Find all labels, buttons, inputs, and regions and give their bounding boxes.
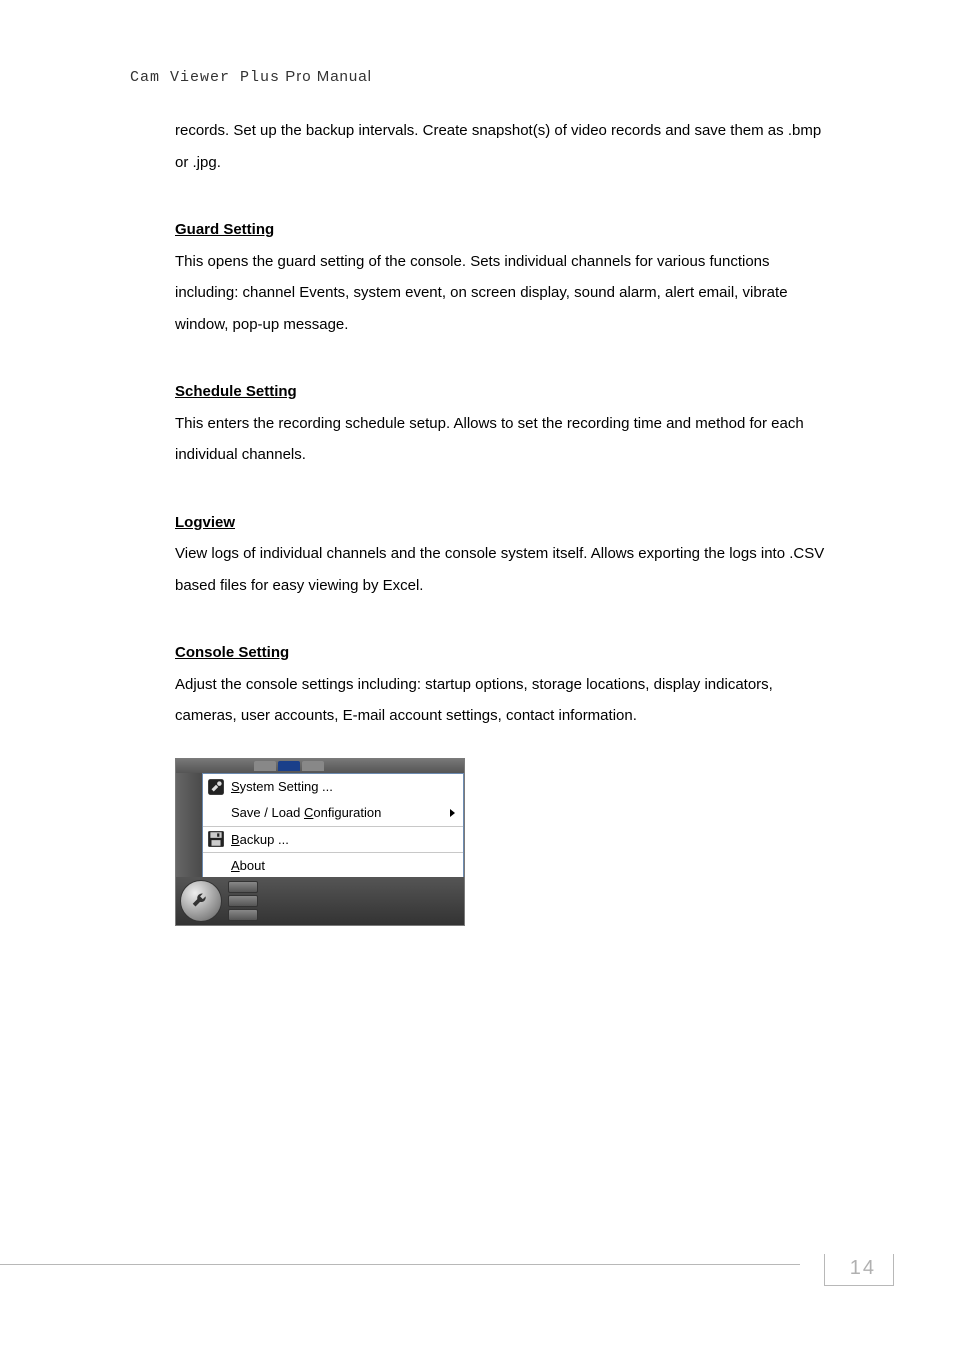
section-body: Adjust the console settings including: s… <box>175 669 825 732</box>
section-console-setting: Console Setting Adjust the console setti… <box>175 637 825 732</box>
menu-item-about[interactable]: About <box>203 852 463 878</box>
section-guard-setting: Guard Setting This opens the guard setti… <box>175 214 825 340</box>
document-header: Cam Viewer Plus Pro Manual <box>130 68 372 86</box>
blank-icon <box>207 856 225 874</box>
menu-label: System Setting ... <box>231 780 455 793</box>
menu-item-system-setting[interactable]: System Setting ... <box>203 774 463 800</box>
menu-item-backup[interactable]: Backup ... <box>203 826 463 852</box>
context-menu: System Setting ... Save / Load Configura… <box>202 773 464 879</box>
footer-rule <box>0 1264 800 1265</box>
document-content: records. Set up the backup intervals. Cr… <box>175 115 825 926</box>
submenu-caret-icon <box>450 809 455 817</box>
wrench-icon <box>207 778 225 796</box>
menu-item-save-load-configuration[interactable]: Save / Load Configuration <box>203 800 463 826</box>
header-prefix: Cam Viewer Plus <box>130 69 280 86</box>
section-title: Schedule Setting <box>175 376 825 408</box>
menu-label: About <box>231 859 455 872</box>
section-body: This enters the recording schedule setup… <box>175 408 825 471</box>
intro-paragraph: records. Set up the backup intervals. Cr… <box>175 115 825 178</box>
disk-icon <box>207 830 225 848</box>
blank-icon <box>207 804 225 822</box>
vertical-tabs <box>228 878 258 924</box>
menu-label: Backup ... <box>231 833 455 846</box>
section-body: View logs of individual channels and the… <box>175 538 825 601</box>
wrench-icon <box>190 890 212 912</box>
section-title: Console Setting <box>175 637 825 669</box>
header-suffix: Pro Manual <box>280 68 372 85</box>
section-schedule-setting: Schedule Setting This enters the recordi… <box>175 376 825 471</box>
page-number: 14 <box>850 1257 876 1280</box>
context-menu-screenshot: System Setting ... Save / Load Configura… <box>175 758 465 926</box>
section-body: This opens the guard setting of the cons… <box>175 246 825 341</box>
left-strip <box>176 773 202 877</box>
menu-label: Save / Load Configuration <box>231 806 450 819</box>
window-tabs <box>176 759 464 773</box>
settings-round-button[interactable] <box>180 880 222 922</box>
section-logview: Logview View logs of individual channels… <box>175 507 825 602</box>
section-title: Logview <box>175 507 825 539</box>
toolbar-area <box>176 877 464 925</box>
section-title: Guard Setting <box>175 214 825 246</box>
